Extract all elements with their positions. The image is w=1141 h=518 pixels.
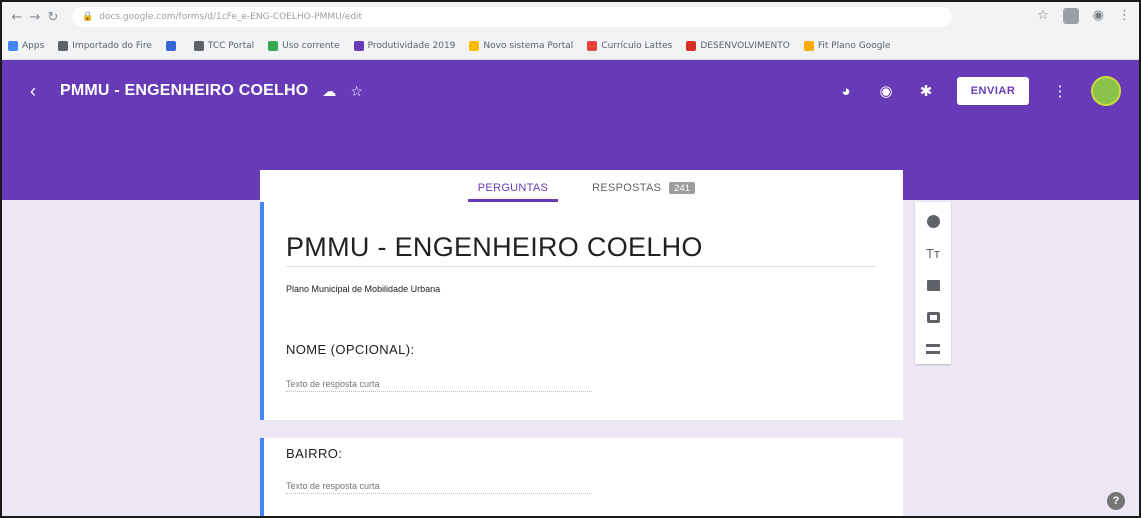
forms-toolbar: ‹ PMMU - ENGENHEIRO COELHO ☁ ☆ ◕ ◉ ✱ ENV…: [2, 60, 1139, 122]
add-video-icon[interactable]: [924, 308, 942, 326]
bookmark-favicon: [686, 40, 697, 51]
tab-responses-label: RESPOSTAS: [592, 182, 662, 194]
bookmark-label: Currículo Lattes: [601, 40, 673, 51]
bookmark-label: DESENVOLVIMENTO: [700, 40, 790, 51]
profile-icon[interactable]: ◉: [1093, 8, 1104, 24]
doc-title[interactable]: PMMU - ENGENHEIRO COELHO: [60, 82, 308, 100]
preview-eye-icon[interactable]: ◉: [877, 82, 895, 100]
bookmark-item[interactable]: Uso corrente: [268, 40, 340, 51]
bookmark-favicon: [8, 40, 18, 51]
settings-gear-icon[interactable]: ✱: [917, 82, 935, 100]
short-answer-field[interactable]: [286, 478, 592, 494]
bookmark-item[interactable]: Importado do Fire: [58, 40, 152, 51]
screenshot-frame: ← → ↻ 🔒 docs.google.com/forms/d/1cFe_e-E…: [0, 0, 1141, 518]
bookmark-item[interactable]: TCC Portal: [193, 40, 255, 51]
add-question-icon[interactable]: [924, 212, 942, 230]
avatar[interactable]: [1091, 76, 1121, 106]
bookmark-item[interactable]: [165, 40, 180, 51]
bookmarks-bar: Apps Importado do Fire TCC Portal Uso co…: [2, 32, 1139, 60]
help-icon[interactable]: ?: [1107, 492, 1125, 510]
question-separator: [260, 420, 903, 438]
bookmark-item[interactable]: Apps: [8, 40, 45, 51]
star-form-icon[interactable]: ☆: [350, 83, 363, 100]
bookmark-favicon: [268, 40, 279, 51]
send-button[interactable]: ENVIAR: [957, 77, 1029, 105]
tab-questions[interactable]: PERGUNTAS: [467, 182, 559, 202]
add-title-icon[interactable]: Tт: [924, 244, 942, 262]
move-to-folder-icon[interactable]: ☁: [322, 83, 336, 100]
form-card: PMMU - ENGENHEIRO COELHO Plano Municipal…: [260, 202, 903, 516]
responses-count-badge: 241: [669, 182, 696, 194]
bookmark-item[interactable]: Currículo Lattes: [587, 40, 673, 51]
back-to-forms-icon[interactable]: ‹: [24, 81, 42, 102]
star-bookmark-icon[interactable]: ☆: [1037, 8, 1049, 24]
bookmark-favicon: [353, 40, 364, 51]
back-nav-icon[interactable]: ←: [8, 8, 26, 26]
question-label: NOME (OPCIONAL):: [286, 342, 415, 357]
palette-icon[interactable]: ◕: [837, 83, 855, 100]
address-bar[interactable]: 🔒 docs.google.com/forms/d/1cFe_e-ENG-COE…: [72, 7, 952, 27]
bookmark-label: TCC Portal: [207, 40, 255, 51]
browser-actions: ☆ ◉ ⋮: [1037, 8, 1131, 24]
bookmark-item[interactable]: Fit Plano Google: [803, 40, 891, 51]
form-description[interactable]: Plano Municipal de Mobilidade Urbana: [286, 284, 440, 294]
bookmark-item[interactable]: DESENVOLVIMENTO: [686, 40, 790, 51]
bookmark-label: Produtividade 2019: [367, 40, 456, 51]
bookmark-label: Novo sistema Portal: [483, 40, 574, 51]
bookmark-item[interactable]: Produtividade 2019: [353, 40, 456, 51]
bookmark-label: Uso corrente: [282, 40, 340, 51]
bookmark-favicon: [165, 40, 176, 51]
bookmark-label: Fit Plano Google: [817, 40, 891, 51]
bookmark-favicon: [193, 40, 204, 51]
reload-icon[interactable]: ↻: [44, 8, 62, 26]
toolbar-actions: ◕ ◉ ✱ ENVIAR ⋮: [837, 76, 1121, 106]
lock-icon: 🔒: [82, 12, 94, 22]
more-options-icon[interactable]: ⋮: [1051, 82, 1069, 100]
question-label: BAIRRO:: [286, 446, 343, 461]
bookmark-label: Importado do Fire: [72, 40, 152, 51]
tab-responses[interactable]: RESPOSTAS 241: [592, 182, 696, 202]
tab-questions-label: PERGUNTAS: [477, 182, 549, 194]
extension-icon[interactable]: [1062, 8, 1079, 24]
bookmark-favicon: [469, 40, 480, 51]
bookmark-label: Apps: [22, 40, 45, 51]
forward-nav-icon[interactable]: →: [26, 8, 44, 26]
browser-menu-icon[interactable]: ⋮: [1118, 8, 1131, 24]
add-image-icon[interactable]: [924, 276, 942, 294]
bookmark-item[interactable]: Novo sistema Portal: [469, 40, 574, 51]
form-title[interactable]: PMMU - ENGENHEIRO COELHO: [286, 232, 703, 263]
side-toolbar: Tт: [915, 202, 951, 364]
bookmark-favicon: [803, 40, 814, 51]
bookmark-favicon: [58, 40, 69, 51]
bookmark-favicon: [587, 40, 598, 51]
tabs-bar: PERGUNTAS RESPOSTAS 241: [260, 170, 903, 202]
add-section-icon[interactable]: [924, 340, 942, 358]
address-bar-url: docs.google.com/forms/d/1cFe_e-ENG-COELH…: [99, 12, 363, 22]
short-answer-field[interactable]: [286, 376, 592, 392]
browser-toolbar: ← → ↻ 🔒 docs.google.com/forms/d/1cFe_e-E…: [2, 2, 1139, 32]
title-underline: [286, 266, 876, 267]
